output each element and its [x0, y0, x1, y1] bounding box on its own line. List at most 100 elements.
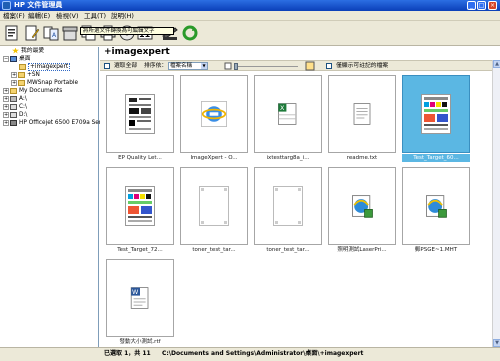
- tree-item-drive-c[interactable]: + C:\: [3, 103, 27, 111]
- file-thumbnail[interactable]: Xixtesttarg8a_i...: [254, 75, 322, 163]
- annotatable-only-checkbox[interactable]: [326, 63, 332, 69]
- expand-icon[interactable]: +: [3, 87, 9, 94]
- annotatable-only-label: 僅顯示可註記的檔案: [336, 63, 389, 69]
- hard-drive-icon: [10, 111, 17, 118]
- file-name: Test_Target_60...: [402, 154, 470, 162]
- file-name: ImageXpert - O...: [190, 155, 238, 161]
- file-name: EP Quality Let...: [118, 155, 162, 161]
- file-view: +imagexpert 選取全部 排序依： 檔案名稱 ▼ 僅顯示可註記的檔案 E…: [100, 47, 500, 347]
- file-thumbnail[interactable]: toner_test_tar...: [180, 167, 248, 255]
- star-icon: [12, 47, 19, 54]
- tree-item-favorites[interactable]: 我的最愛: [12, 47, 44, 55]
- blank-file-icon: [255, 168, 321, 244]
- window-title: HP 文件管理員: [14, 1, 63, 9]
- tree-item-mwsnap[interactable]: + MWSnap Portable: [11, 79, 78, 87]
- ie-file-icon: [181, 76, 247, 152]
- expand-icon[interactable]: +: [3, 119, 9, 126]
- color-file-icon: [107, 168, 173, 244]
- blank-file-icon: [181, 168, 247, 244]
- archive-icon[interactable]: [62, 25, 78, 41]
- scan-document-icon[interactable]: [4, 25, 20, 41]
- menu-view[interactable]: 檢視(V): [56, 12, 79, 20]
- tree-item-hp-officejet[interactable]: + HP Officejet 6500 E709a Series: [3, 119, 109, 127]
- vertical-scrollbar[interactable]: ▲ ▼: [492, 60, 500, 347]
- large-page-icon: [305, 61, 315, 71]
- selection-count: 已選取 1，共 11: [104, 350, 151, 357]
- file-thumbnail[interactable]: 照明測試LaserPri...: [328, 167, 396, 255]
- text-file-icon: [329, 76, 395, 152]
- thumbnail-frame: [328, 75, 396, 153]
- file-thumbnail[interactable]: toner_test_tar...: [254, 167, 322, 255]
- menu-bar: 檔案(F) 編輯(E) 檢視(V) 工具(T) 說明(H): [0, 11, 500, 21]
- menu-file[interactable]: 檔案(F): [3, 12, 25, 20]
- thumbnail-frame: [254, 167, 322, 245]
- thumbnail-frame: [180, 75, 248, 153]
- file-name: Test_Target_72...: [117, 247, 163, 253]
- expand-icon[interactable]: +: [3, 103, 9, 110]
- status-bar: 已選取 1，共 11 C:\Documents and Settings\Adm…: [100, 347, 500, 361]
- menu-edit[interactable]: 編輯(E): [28, 12, 50, 20]
- zoom-slider-track[interactable]: [238, 66, 298, 67]
- expand-icon[interactable]: +: [3, 95, 9, 102]
- file-thumbnail[interactable]: readme.txt: [328, 75, 396, 163]
- hard-drive-icon: [10, 103, 17, 110]
- file-thumbnail[interactable]: Test_Target_72...: [106, 167, 174, 255]
- sort-select[interactable]: 檔案名稱 ▼: [168, 62, 208, 70]
- mht-file-icon: [403, 168, 469, 244]
- floppy-drive-icon: [10, 95, 17, 102]
- filter-bar: 選取全部 排序依： 檔案名稱 ▼ 僅顯示可註記的檔案: [100, 60, 492, 71]
- tree-item-drive-d[interactable]: + D:\: [3, 111, 27, 119]
- sort-label: 排序依：: [144, 63, 168, 69]
- folder-icon: [10, 87, 17, 94]
- select-all-checkbox[interactable]: [104, 63, 110, 69]
- collapse-icon[interactable]: −: [3, 55, 9, 62]
- printer-icon: [10, 119, 17, 126]
- tree-item-drive-a[interactable]: + A:\: [3, 95, 27, 103]
- thumbnail-frame: [106, 75, 174, 153]
- tree-item-my-documents[interactable]: + My Documents: [3, 87, 62, 95]
- file-name: readme.txt: [346, 155, 378, 161]
- file-name: 照明測試LaserPri...: [337, 247, 387, 253]
- thumbnail-frame: W: [106, 259, 174, 337]
- tree-item-sn[interactable]: + +SN: [11, 71, 40, 79]
- minimize-button[interactable]: _: [467, 1, 476, 10]
- small-page-icon: [224, 62, 232, 70]
- color-file-icon: [403, 76, 469, 152]
- menu-help[interactable]: 說明(H): [111, 12, 134, 20]
- expand-icon[interactable]: +: [3, 111, 9, 118]
- refresh-icon[interactable]: [182, 25, 198, 41]
- chevron-down-icon: ▼: [201, 63, 207, 69]
- mht-file-icon: [329, 168, 395, 244]
- file-thumbnail[interactable]: Test_Target_60...: [402, 75, 470, 163]
- expand-icon[interactable]: +: [11, 79, 17, 86]
- current-path: C:\Documents and Settings\Administrator\…: [162, 350, 364, 357]
- scroll-up-button[interactable]: ▲: [493, 60, 500, 68]
- tree-item-imagexpert[interactable]: +imagexpert: [19, 63, 71, 71]
- menu-tools[interactable]: 工具(T): [84, 12, 106, 20]
- thumbnail-frame: [328, 167, 396, 245]
- file-name: toner_test_tar...: [192, 247, 236, 253]
- file-thumbnail[interactable]: 郵PSGE~1.MHT: [402, 167, 470, 255]
- file-name: ixtesttarg8a_i...: [266, 155, 310, 161]
- toolbar: A 11: [0, 21, 500, 46]
- convert-text-icon[interactable]: A: [43, 25, 59, 41]
- expand-icon[interactable]: +: [11, 71, 17, 78]
- file-thumbnail[interactable]: EP Quality Let...: [106, 75, 174, 163]
- hp-logo-icon: [2, 1, 11, 10]
- file-name: 發動大小測試.rtf: [119, 339, 161, 345]
- thumbnail-frame: [402, 167, 470, 245]
- folder-icon: [19, 63, 26, 70]
- edit-document-icon[interactable]: [24, 25, 40, 41]
- tree-item-desktop[interactable]: − 桌面: [3, 55, 31, 63]
- scroll-down-button[interactable]: ▼: [493, 339, 500, 347]
- excel-file-icon: X: [255, 76, 321, 152]
- folder-tree: 我的最愛 − 桌面 +imagexpert + +SN + MWSnap Portab…: [0, 47, 109, 347]
- maximize-button[interactable]: □: [477, 1, 486, 10]
- thumbnail-frame: X: [254, 75, 322, 153]
- file-thumbnail[interactable]: ImageXpert - O...: [180, 75, 248, 163]
- zoom-slider-knob[interactable]: [234, 63, 238, 70]
- svg-text:W: W: [132, 288, 139, 296]
- file-thumbnail[interactable]: W 發動大小測試.rtf: [106, 259, 174, 347]
- close-button[interactable]: ×: [488, 1, 497, 10]
- folder-icon: [18, 71, 25, 78]
